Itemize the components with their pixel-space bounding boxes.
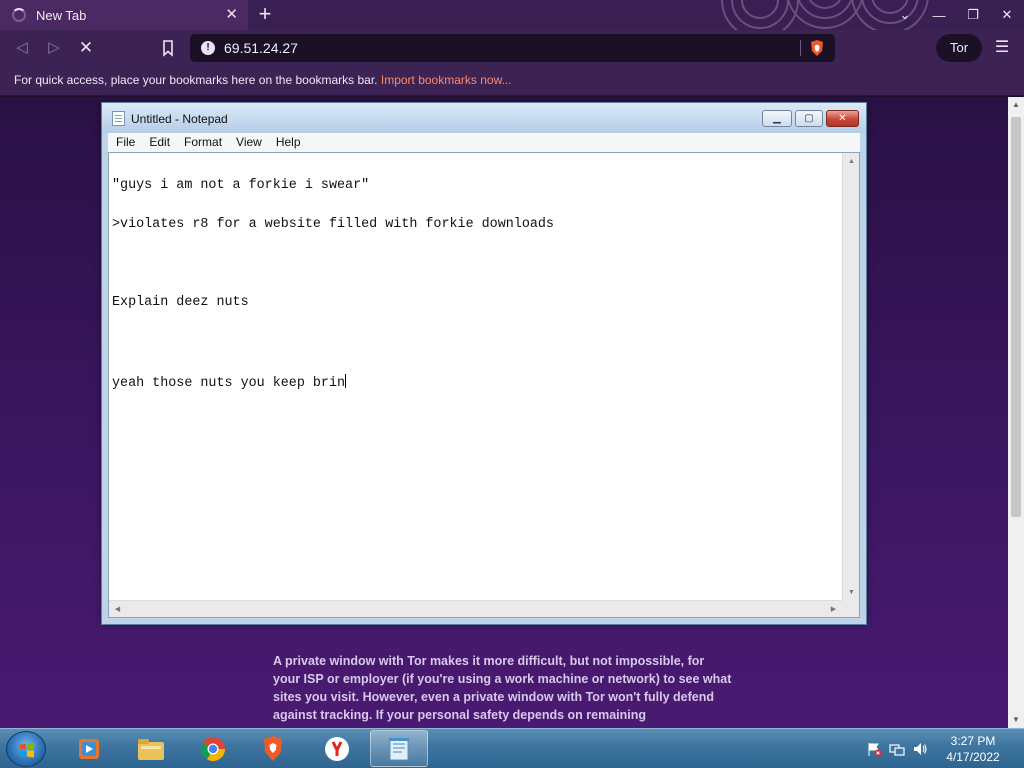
text-line-current: yeah those nuts you keep brin bbox=[112, 374, 842, 390]
taskbar-chrome[interactable] bbox=[184, 730, 242, 767]
taskbar-notepad[interactable] bbox=[370, 730, 428, 767]
notepad-text-area[interactable]: "guys i am not a forkie i swear" >violat… bbox=[108, 152, 860, 618]
taskbar-file-explorer[interactable] bbox=[122, 730, 180, 767]
text-line bbox=[112, 335, 842, 348]
clock-date: 4/17/2022 bbox=[946, 750, 1000, 764]
notepad-title-bar[interactable]: Untitled - Notepad ▁ ▢ ✕ bbox=[102, 103, 866, 133]
menu-help[interactable]: Help bbox=[268, 133, 307, 149]
address-bar[interactable]: ! 69.51.24.27 bbox=[190, 34, 835, 62]
menu-file[interactable]: File bbox=[108, 133, 141, 149]
tab-strip: New Tab ✕ + ⌄ — ❐ ✕ bbox=[0, 0, 1024, 30]
chrome-icon bbox=[200, 736, 225, 761]
menu-format[interactable]: Format bbox=[176, 133, 228, 149]
minimize-icon[interactable]: — bbox=[922, 8, 956, 23]
menu-view[interactable]: View bbox=[228, 133, 268, 149]
text-line: "guys i am not a forkie i swear" bbox=[112, 178, 370, 193]
media-player-icon bbox=[79, 738, 99, 759]
bookmarks-message: For quick access, place your bookmarks h… bbox=[14, 73, 378, 87]
loading-spinner-icon bbox=[12, 8, 26, 22]
browser-toolbar: ◁ ▷ ✕ ! 69.51.24.27 Tor ☰ bbox=[0, 30, 1024, 66]
hamburger-menu-icon[interactable]: ☰ bbox=[992, 38, 1012, 58]
text-line: Explain deez nuts bbox=[112, 295, 249, 310]
action-center-flag-icon[interactable] bbox=[866, 741, 882, 757]
tor-notice-text: A private window with Tor makes it more … bbox=[273, 654, 732, 722]
bookmark-icon[interactable] bbox=[158, 38, 178, 58]
notepad-content[interactable]: "guys i am not a forkie i swear" >violat… bbox=[112, 153, 842, 416]
import-bookmarks-link[interactable]: Import bookmarks now... bbox=[381, 73, 512, 87]
url-separator bbox=[800, 40, 801, 56]
notepad-icon bbox=[112, 111, 125, 126]
text-caret bbox=[345, 374, 347, 388]
forward-icon[interactable]: ▷ bbox=[44, 38, 64, 58]
scroll-up-icon[interactable]: ▲ bbox=[843, 153, 860, 170]
scroll-down-icon[interactable]: ▼ bbox=[843, 584, 860, 601]
menu-edit[interactable]: Edit bbox=[141, 133, 176, 149]
taskbar-brave[interactable] bbox=[244, 730, 302, 767]
tor-button[interactable]: Tor bbox=[936, 34, 982, 62]
windows-logo-icon bbox=[20, 742, 34, 758]
resize-grip[interactable] bbox=[842, 600, 859, 617]
scroll-down-icon[interactable]: ▼ bbox=[1008, 712, 1024, 728]
back-icon[interactable]: ◁ bbox=[12, 38, 32, 58]
clock-time: 3:27 PM bbox=[950, 734, 996, 748]
scroll-left-icon[interactable]: ◀ bbox=[109, 601, 126, 618]
notepad-title: Untitled - Notepad bbox=[131, 112, 228, 126]
scroll-up-icon[interactable]: ▲ bbox=[1008, 97, 1024, 113]
notepad-icon bbox=[389, 737, 409, 760]
stop-loading-icon[interactable]: ✕ bbox=[76, 38, 96, 58]
bookmarks-bar: For quick access, place your bookmarks h… bbox=[0, 66, 1024, 96]
tab-new-tab[interactable]: New Tab ✕ bbox=[0, 0, 248, 30]
volume-icon[interactable] bbox=[912, 741, 928, 757]
brave-icon bbox=[264, 735, 282, 761]
vertical-scrollbar[interactable]: ▲ ▼ bbox=[842, 153, 859, 601]
close-window-icon[interactable]: ✕ bbox=[990, 7, 1024, 23]
text-line: >violates r8 for a website filled with f… bbox=[112, 217, 554, 232]
page-scrollbar[interactable]: ▲ ▼ bbox=[1008, 97, 1024, 728]
brave-shield-icon[interactable] bbox=[808, 39, 826, 57]
close-tab-icon[interactable]: ✕ bbox=[225, 6, 238, 24]
info-icon[interactable]: ! bbox=[201, 41, 215, 55]
maximize-button[interactable]: ▢ bbox=[795, 110, 823, 127]
window-controls: ⌄ — ❐ ✕ bbox=[888, 0, 1024, 30]
close-button[interactable]: ✕ bbox=[826, 110, 859, 127]
notepad-window: Untitled - Notepad ▁ ▢ ✕ File Edit Format V… bbox=[101, 102, 867, 625]
yandex-icon bbox=[325, 736, 349, 761]
start-button[interactable] bbox=[6, 731, 46, 767]
current-line-text: yeah those nuts you keep brin bbox=[112, 376, 346, 391]
text-line bbox=[112, 257, 842, 270]
url-text[interactable]: 69.51.24.27 bbox=[224, 40, 298, 56]
file-explorer-icon bbox=[138, 738, 164, 760]
restore-icon[interactable]: ❐ bbox=[956, 7, 990, 23]
minimize-button[interactable]: ▁ bbox=[762, 110, 792, 127]
system-clock[interactable]: 3:27 PM 4/17/2022 bbox=[935, 733, 1011, 765]
chevron-down-icon[interactable]: ⌄ bbox=[888, 7, 922, 23]
notepad-menubar: File Edit Format View Help bbox=[108, 133, 860, 152]
new-tab-plus-icon[interactable]: + bbox=[254, 3, 276, 27]
windows-taskbar: 3:27 PM 4/17/2022 bbox=[0, 728, 1024, 768]
tab-title: New Tab bbox=[36, 7, 87, 23]
scroll-thumb[interactable] bbox=[1011, 117, 1021, 517]
taskbar-yandex[interactable] bbox=[308, 730, 366, 767]
scroll-right-icon[interactable]: ▶ bbox=[825, 601, 842, 618]
network-icon[interactable] bbox=[889, 741, 905, 757]
horizontal-scrollbar[interactable]: ◀ ▶ bbox=[109, 600, 842, 617]
taskbar-media-player[interactable] bbox=[60, 730, 118, 767]
